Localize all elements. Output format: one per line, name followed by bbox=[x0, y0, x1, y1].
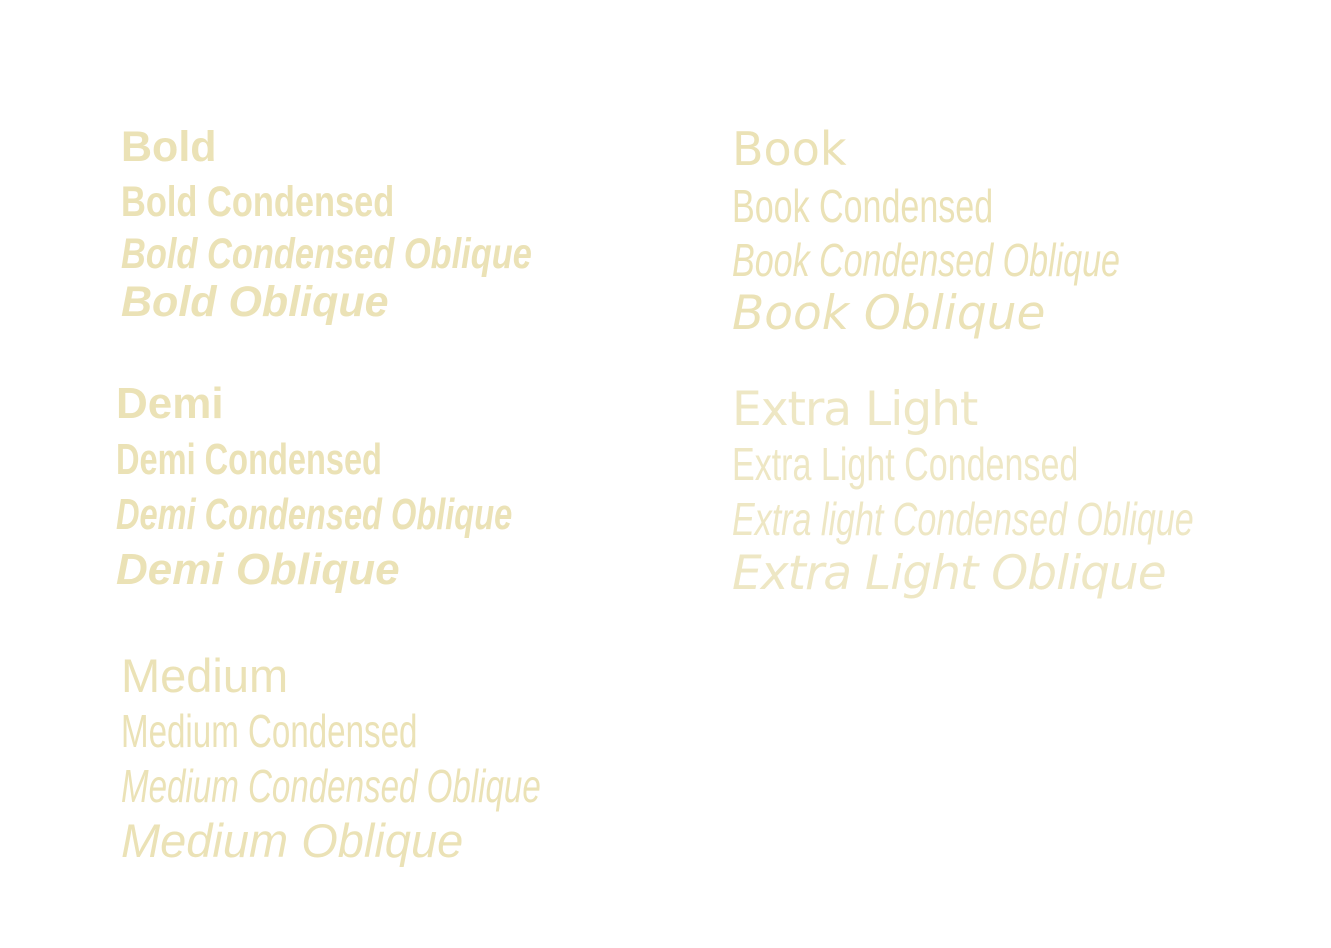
style-name-bold: Bold bbox=[121, 123, 217, 171]
style-name-book: Book bbox=[732, 122, 847, 176]
style-name-extra-light-condensed: Extra Light Condensed bbox=[732, 438, 1079, 490]
style-name-medium: Medium bbox=[121, 649, 289, 702]
style-name-demi: Demi bbox=[116, 379, 224, 428]
style-name-medium-condensed: Medium Condensed bbox=[121, 705, 418, 757]
style-name-demi-condensed-oblique: Demi Condensed Oblique bbox=[116, 490, 513, 539]
style-name-medium-condensed-oblique: Medium Condensed Oblique bbox=[121, 760, 541, 812]
style-name-book-condensed-oblique: Book Condensed Oblique bbox=[732, 234, 1120, 286]
style-name-bold-oblique: Bold Oblique bbox=[121, 278, 389, 326]
style-name-bold-condensed: Bold Condensed bbox=[121, 178, 395, 226]
style-name-book-condensed: Book Condensed bbox=[732, 180, 994, 232]
style-name-book-oblique: Book Oblique bbox=[732, 286, 1046, 341]
style-name-bold-condensed-oblique: Bold Condensed Oblique bbox=[121, 230, 532, 278]
style-name-demi-oblique: Demi Oblique bbox=[116, 545, 400, 594]
style-name-extra-light-oblique: Extra Light Oblique bbox=[732, 546, 1167, 601]
style-name-demi-condensed: Demi Condensed bbox=[116, 435, 382, 484]
font-weight-specimen: Bold Bold Condensed Bold Condensed Obliq… bbox=[0, 0, 1331, 948]
style-name-extra-light-condensed-oblique: Extra light Condensed Oblique bbox=[732, 493, 1194, 545]
style-name-medium-oblique: Medium Oblique bbox=[121, 814, 464, 867]
style-name-extra-light: Extra Light bbox=[732, 382, 978, 437]
